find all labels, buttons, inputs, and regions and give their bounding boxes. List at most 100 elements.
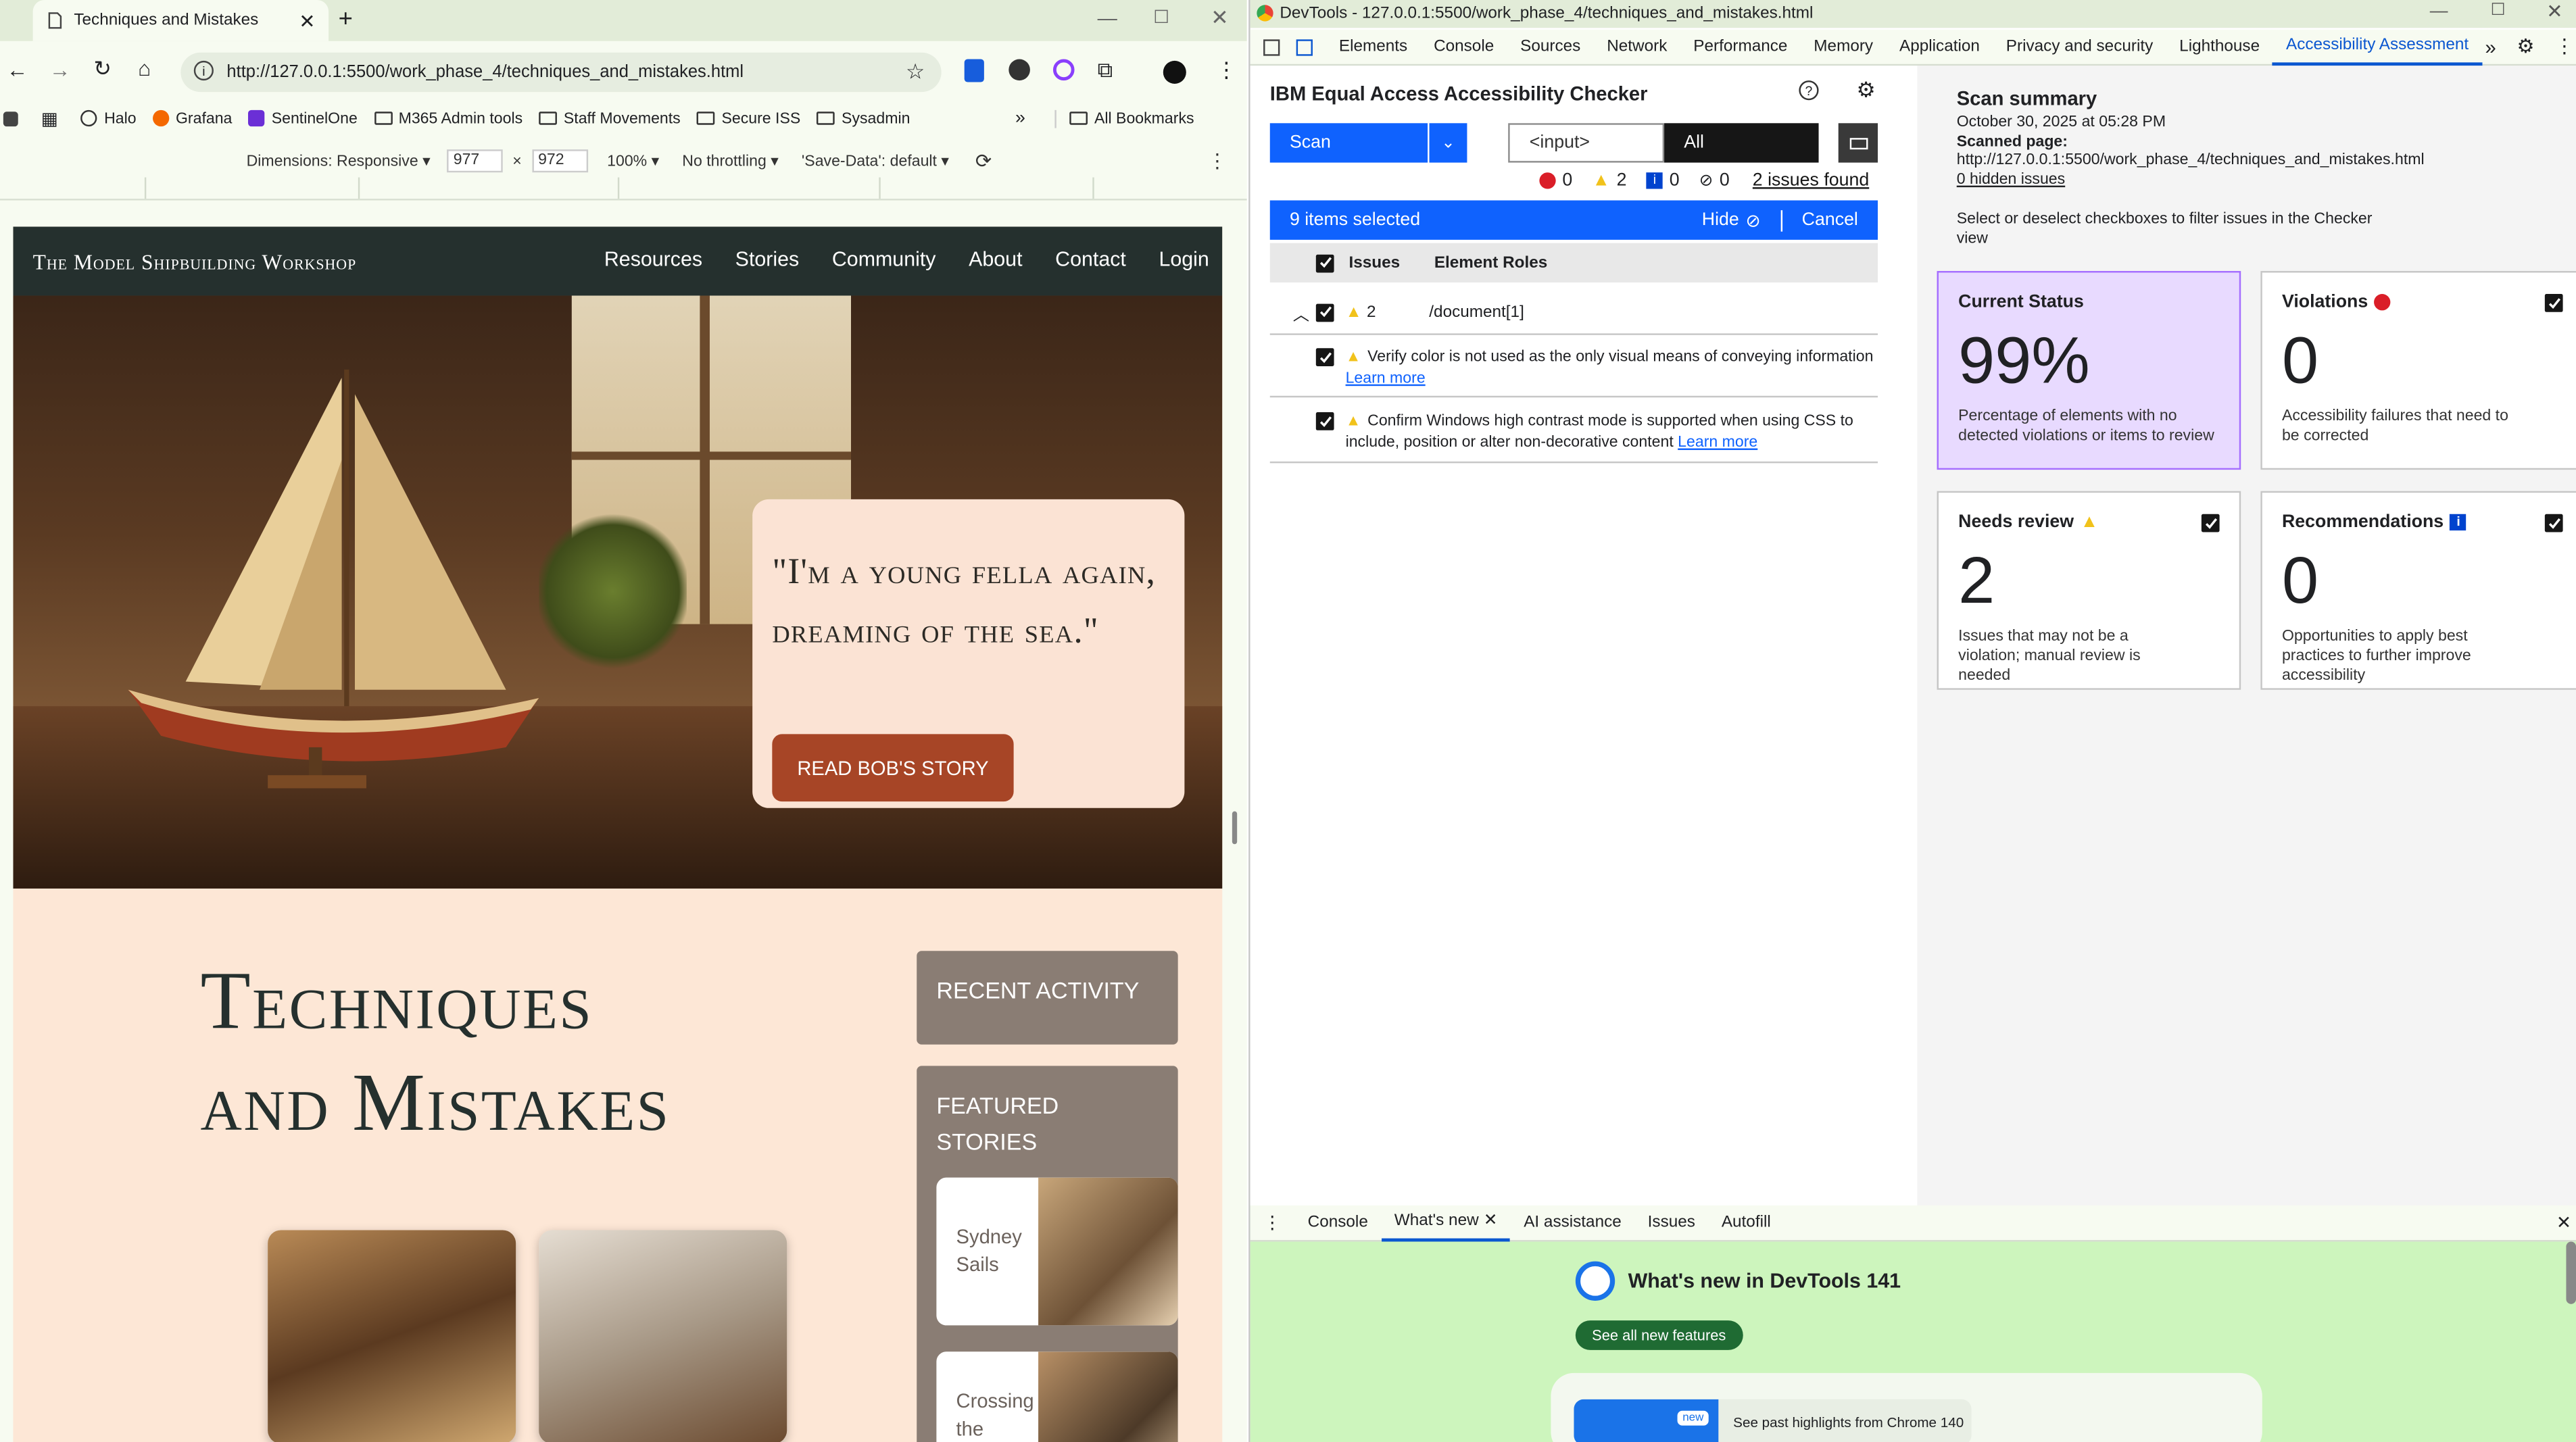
story-card-sydney[interactable]: Sydney Sails: [936, 1177, 1178, 1326]
tab-techniques[interactable]: Techniques and Mistakes ✕: [32, 0, 329, 41]
recommendations-tile[interactable]: Recommendations i 0 Opportunities to appl…: [2260, 491, 2576, 690]
close-drawer-icon[interactable]: ✕: [2556, 1212, 2571, 1233]
nav-community[interactable]: Community: [832, 248, 936, 271]
close-tab-icon[interactable]: ✕: [1484, 1212, 1497, 1230]
width-input[interactable]: 977: [447, 149, 503, 173]
tab-performance[interactable]: Performance: [1680, 29, 1801, 65]
tab-sources[interactable]: Sources: [1507, 29, 1594, 65]
minimize-button[interactable]: —: [1098, 7, 1117, 30]
see-all-features-button[interactable]: See all new features: [1575, 1320, 1743, 1350]
dimensions-dropdown[interactable]: Dimensions: Responsive ▾: [247, 152, 431, 170]
all-bookmarks[interactable]: All Bookmarks: [1054, 109, 1194, 128]
device-mode-icon[interactable]: [1296, 39, 1313, 55]
forward-icon[interactable]: →: [49, 57, 71, 82]
nav-resources[interactable]: Resources: [604, 248, 702, 271]
bitwarden-extension-icon[interactable]: [964, 59, 984, 82]
group-checkbox[interactable]: [1315, 303, 1334, 322]
device-menu-icon[interactable]: ⋮: [1207, 149, 1227, 172]
bookmark-halo[interactable]: Halo: [81, 109, 137, 127]
menu-kebab-icon[interactable]: ⋮: [1216, 57, 1238, 84]
select-all-checkbox[interactable]: [1315, 253, 1334, 272]
scan-options-dropdown[interactable]: ⌄: [1429, 123, 1467, 163]
tab-network[interactable]: Network: [1594, 29, 1680, 65]
hidden-issues-link[interactable]: 0 hidden issues: [1957, 171, 2065, 189]
back-icon[interactable]: ←: [7, 57, 28, 82]
close-tab-icon[interactable]: ✕: [299, 9, 315, 32]
maximize-button[interactable]: ☐: [2491, 1, 2506, 20]
issues-found-link[interactable]: 2 issues found: [1753, 171, 1869, 191]
drawer-scrollbar[interactable]: [2566, 1241, 2576, 1304]
tab-privacy[interactable]: Privacy and security: [1993, 29, 2166, 65]
home-icon[interactable]: ⌂: [138, 56, 151, 80]
close-window-button[interactable]: ✕: [1211, 5, 1229, 31]
site-info-icon[interactable]: i: [193, 60, 214, 81]
site-brand[interactable]: The Model Shipbuilding Workshop: [33, 249, 357, 276]
resize-handle[interactable]: [1232, 811, 1238, 845]
inspect-icon[interactable]: [1263, 39, 1280, 55]
minimize-button[interactable]: —: [2430, 1, 2448, 21]
more-bookmarks-icon[interactable]: »: [1015, 108, 1025, 128]
bookmark-m365[interactable]: M365 Admin tools: [374, 109, 523, 127]
reload-icon[interactable]: ↻: [94, 56, 112, 82]
issue-row[interactable]: ▲ Verify color is not used as the only vi…: [1269, 335, 1878, 398]
chevron-up-icon[interactable]: ︿: [1293, 300, 1309, 324]
tab-memory[interactable]: Memory: [1801, 29, 1887, 65]
cancel-button[interactable]: Cancel: [1782, 210, 1878, 230]
nav-contact[interactable]: Contact: [1055, 248, 1126, 271]
drawer-menu-icon[interactable]: ⋮: [1263, 1212, 1282, 1233]
tab-application[interactable]: Application: [1887, 29, 1993, 65]
read-story-button[interactable]: READ BOB'S STORY: [772, 734, 1014, 802]
issue-group-row[interactable]: ︿ ▲ 2 /document[1]: [1269, 291, 1878, 335]
extensions-puzzle-icon[interactable]: ⧉: [1098, 57, 1113, 84]
bookmark-sysadmin[interactable]: Sysadmin: [817, 109, 910, 127]
maximize-button[interactable]: ☐: [1153, 7, 1169, 28]
nav-login[interactable]: Login: [1159, 248, 1209, 271]
height-input[interactable]: 972: [531, 149, 587, 173]
needs-review-tile[interactable]: Needs review ▲ 2 Issues that may not be a…: [1937, 491, 2241, 690]
drawer-tab-console[interactable]: Console: [1294, 1205, 1381, 1241]
filter-input[interactable]: <input>: [1508, 123, 1665, 163]
close-window-button[interactable]: ✕: [2546, 0, 2562, 23]
zoom-dropdown[interactable]: 100% ▾: [607, 152, 659, 170]
highlights-banner[interactable]: new See past highlights from Chrome 140: [1574, 1399, 1972, 1442]
nav-about[interactable]: About: [969, 248, 1022, 271]
bookmark-grafana[interactable]: Grafana: [152, 109, 232, 127]
bookmark-star-icon[interactable]: ☆: [906, 59, 925, 85]
hide-button[interactable]: Hide ⊘: [1702, 209, 1782, 231]
learn-more-link[interactable]: Learn more: [1346, 370, 1426, 388]
bookmark-staff[interactable]: Staff Movements: [539, 109, 681, 127]
scan-button[interactable]: Scan: [1269, 123, 1428, 163]
profile-avatar[interactable]: [1163, 60, 1186, 84]
tab-console[interactable]: Console: [1421, 29, 1507, 65]
bookmark-secure[interactable]: Secure ISS: [697, 109, 800, 127]
tab-elements[interactable]: Elements: [1326, 29, 1420, 65]
violations-checkbox[interactable]: [2544, 294, 2563, 312]
learn-more-link[interactable]: Learn more: [1678, 434, 1757, 452]
more-tabs-icon[interactable]: »: [2485, 35, 2496, 58]
rotate-icon[interactable]: ⟳: [975, 149, 992, 172]
incognito-extension-icon[interactable]: [1008, 59, 1030, 81]
extension-icon[interactable]: [1052, 59, 1075, 81]
story-card-crossing[interactable]: Crossing the: [936, 1351, 1178, 1442]
settings-gear-icon[interactable]: ⚙: [1856, 77, 1875, 103]
help-icon[interactable]: ?: [1799, 80, 1819, 101]
needs-review-checkbox[interactable]: [2201, 514, 2220, 532]
drawer-tab-autofill[interactable]: Autofill: [1708, 1205, 1784, 1241]
issue-row[interactable]: ▲ Confirm Windows high contrast mode is s…: [1269, 399, 1878, 464]
filter-select[interactable]: All: [1664, 123, 1819, 163]
tab-lighthouse[interactable]: Lighthouse: [2166, 29, 2273, 65]
recommendations-checkbox[interactable]: [2544, 514, 2563, 532]
new-tab-button[interactable]: +: [339, 5, 353, 32]
keyboard-mode-button[interactable]: [1838, 123, 1878, 163]
nav-stories[interactable]: Stories: [735, 248, 800, 271]
violations-tile[interactable]: Violations 0 Accessibility failures that…: [2260, 271, 2576, 470]
drawer-tab-whats-new[interactable]: What's new ✕: [1381, 1205, 1511, 1241]
address-bar[interactable]: i http://127.0.0.1:5500/work_phase_4/tec…: [180, 52, 942, 93]
save-data-dropdown[interactable]: 'Save-Data': default ▾: [802, 152, 949, 170]
bookmark-sentinelone[interactable]: SentinelOne: [248, 109, 358, 127]
drawer-tab-ai[interactable]: AI assistance: [1511, 1205, 1634, 1241]
grid-icon[interactable]: ▦: [41, 107, 58, 129]
recent-activity-box[interactable]: RECENT ACTIVITY: [917, 951, 1178, 1045]
apps-icon[interactable]: [3, 111, 18, 126]
tab-accessibility-assessment[interactable]: Accessibility Assessment: [2273, 29, 2482, 66]
